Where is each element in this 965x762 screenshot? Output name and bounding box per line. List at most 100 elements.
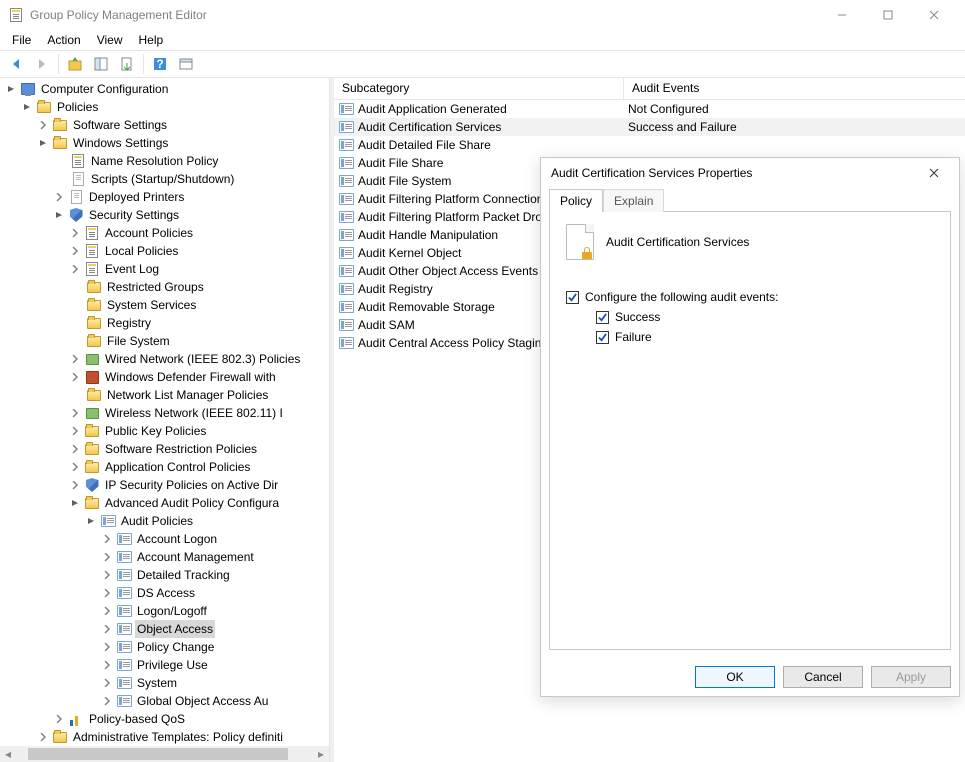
expand-icon[interactable]: [68, 226, 82, 240]
tab-explain[interactable]: Explain: [603, 189, 664, 212]
tree-ipsec[interactable]: IP Security Policies on Active Dir: [103, 476, 280, 494]
expand-icon[interactable]: [68, 262, 82, 276]
close-button[interactable]: [911, 0, 957, 30]
collapse-icon[interactable]: [36, 136, 50, 150]
tree-policies[interactable]: Policies: [55, 98, 100, 116]
ok-button[interactable]: OK: [695, 666, 775, 688]
dialog-close-button[interactable]: [919, 158, 949, 188]
tree-registry[interactable]: Registry: [105, 314, 153, 332]
tree-acp[interactable]: Application Control Policies: [103, 458, 252, 476]
up-button[interactable]: [63, 53, 87, 75]
menu-help[interactable]: Help: [131, 31, 172, 49]
collapse-icon[interactable]: [68, 496, 82, 510]
tree-event-log[interactable]: Event Log: [103, 260, 161, 278]
tree-computer-config[interactable]: Computer Configuration: [39, 80, 170, 98]
list-row[interactable]: Audit Application GeneratedNot Configure…: [334, 100, 965, 118]
expand-icon[interactable]: [100, 604, 114, 618]
expand-icon[interactable]: [100, 640, 114, 654]
configure-checkbox[interactable]: [566, 291, 579, 304]
tree-ap-global[interactable]: Global Object Access Au: [135, 692, 270, 710]
expand-icon[interactable]: [68, 352, 82, 366]
tree-ap-object-access[interactable]: Object Access: [135, 620, 215, 638]
expand-icon[interactable]: [36, 730, 50, 744]
tree-wired[interactable]: Wired Network (IEEE 802.3) Policies: [103, 350, 302, 368]
tree-software-settings[interactable]: Software Settings: [71, 116, 169, 134]
tree-admin-templates[interactable]: Administrative Templates: Policy definit…: [71, 728, 285, 746]
expand-icon[interactable]: [100, 658, 114, 672]
expand-icon[interactable]: [100, 586, 114, 600]
column-header-subcategory[interactable]: Subcategory: [334, 78, 624, 99]
expand-icon[interactable]: [100, 532, 114, 546]
forward-button[interactable]: [30, 53, 54, 75]
tree-wdf[interactable]: Windows Defender Firewall with: [103, 368, 278, 386]
help-button[interactable]: ?: [148, 53, 172, 75]
printers-icon: [68, 189, 84, 205]
expand-icon[interactable]: [100, 568, 114, 582]
expand-icon[interactable]: [100, 676, 114, 690]
show-hide-button[interactable]: [89, 53, 113, 75]
expand-icon[interactable]: [52, 712, 66, 726]
failure-checkbox[interactable]: [596, 331, 609, 344]
expand-icon[interactable]: [68, 460, 82, 474]
tree-printers[interactable]: Deployed Printers: [87, 188, 186, 206]
scroll-right-arrow[interactable]: ▸: [313, 746, 329, 762]
tree-ap-logon[interactable]: Logon/Logoff: [135, 602, 209, 620]
expand-icon[interactable]: [68, 244, 82, 258]
tree-account-policies[interactable]: Account Policies: [103, 224, 195, 242]
tree-restricted-groups[interactable]: Restricted Groups: [105, 278, 206, 296]
collapse-icon[interactable]: [4, 82, 18, 96]
collapse-icon[interactable]: [84, 514, 98, 528]
tree-nrp[interactable]: Name Resolution Policy: [89, 152, 220, 170]
tree-system-services[interactable]: System Services: [105, 296, 198, 314]
back-button[interactable]: [4, 53, 28, 75]
menu-action[interactable]: Action: [39, 31, 88, 49]
minimize-button[interactable]: [819, 0, 865, 30]
expand-icon[interactable]: [100, 550, 114, 564]
expand-icon[interactable]: [100, 622, 114, 636]
list-row[interactable]: Audit Certification ServicesSuccess and …: [334, 118, 965, 136]
tab-policy[interactable]: Policy: [549, 189, 603, 212]
expand-icon[interactable]: [68, 478, 82, 492]
tree-windows-settings[interactable]: Windows Settings: [71, 134, 170, 152]
tree-local-policies[interactable]: Local Policies: [103, 242, 180, 260]
tree-ap-detailed[interactable]: Detailed Tracking: [135, 566, 232, 584]
tree-ap-ds[interactable]: DS Access: [135, 584, 197, 602]
tree-scripts[interactable]: Scripts (Startup/Shutdown): [89, 170, 236, 188]
menu-file[interactable]: File: [4, 31, 39, 49]
collapse-icon[interactable]: [52, 208, 66, 222]
tree-wireless[interactable]: Wireless Network (IEEE 802.11) I: [103, 404, 285, 422]
tree-pqos[interactable]: Policy-based QoS: [87, 710, 187, 728]
maximize-button[interactable]: [865, 0, 911, 30]
tree-horizontal-scrollbar[interactable]: ◂ ▸: [0, 746, 329, 762]
expand-icon[interactable]: [52, 190, 66, 204]
scroll-thumb[interactable]: [28, 748, 288, 760]
expand-icon[interactable]: [68, 406, 82, 420]
column-header-events[interactable]: Audit Events: [624, 78, 965, 99]
expand-icon[interactable]: [68, 424, 82, 438]
tree-file-system[interactable]: File System: [105, 332, 172, 350]
expand-icon[interactable]: [36, 118, 50, 132]
expand-icon[interactable]: [68, 442, 82, 456]
export-button[interactable]: [115, 53, 139, 75]
tree-ap-account-logon[interactable]: Account Logon: [135, 530, 219, 548]
tree-srp[interactable]: Software Restriction Policies: [103, 440, 259, 458]
expand-icon[interactable]: [100, 694, 114, 708]
tree-ap-policy-change[interactable]: Policy Change: [135, 638, 216, 656]
tree-ap-system[interactable]: System: [135, 674, 179, 692]
scroll-left-arrow[interactable]: ◂: [0, 746, 16, 762]
list-row[interactable]: Audit Detailed File Share: [334, 136, 965, 154]
tree-pkp[interactable]: Public Key Policies: [103, 422, 208, 440]
tree-ap-account-mgmt[interactable]: Account Management: [135, 548, 256, 566]
cancel-button[interactable]: Cancel: [783, 666, 863, 688]
apply-button[interactable]: Apply: [871, 666, 951, 688]
tree-aapc[interactable]: Advanced Audit Policy Configura: [103, 494, 281, 512]
tree-ap-priv[interactable]: Privilege Use: [135, 656, 210, 674]
expand-icon[interactable]: [68, 370, 82, 384]
collapse-icon[interactable]: [20, 100, 34, 114]
tree-nlmp[interactable]: Network List Manager Policies: [105, 386, 270, 404]
tree-audit-policies[interactable]: Audit Policies: [119, 512, 195, 530]
success-checkbox[interactable]: [596, 311, 609, 324]
tree-security-settings[interactable]: Security Settings: [87, 206, 181, 224]
filter-button[interactable]: [174, 53, 198, 75]
menu-view[interactable]: View: [89, 31, 131, 49]
